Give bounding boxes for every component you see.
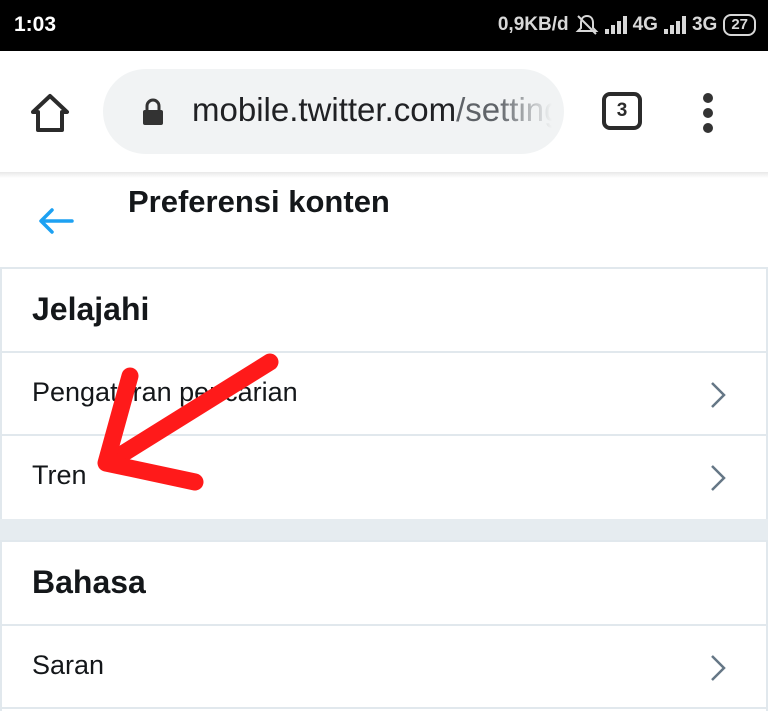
back-arrow-icon[interactable] [36, 206, 76, 236]
list-item-suggestions[interactable]: Saran [2, 626, 766, 709]
status-time: 1:03 [14, 13, 57, 36]
chevron-right-icon [711, 465, 726, 491]
section-bahasa: Bahasa Saran [0, 540, 768, 711]
battery-indicator: 27 [723, 14, 756, 36]
list-item-label: Saran [32, 650, 105, 680]
page-header: Preferensi konten [0, 172, 768, 269]
browser-toolbar: mobile.twitter.com/settings/content_pref… [0, 51, 768, 172]
section-header: Bahasa [2, 542, 766, 626]
tab-switcher-button[interactable]: 3 [602, 92, 642, 130]
url-host: mobile.twitter.com [192, 91, 457, 128]
mute-icon [575, 14, 599, 35]
section-jelajahi: Jelajahi Pengaturan pencarian Tren [0, 269, 768, 519]
status-bar: 1:03 0,9KB/d 4G 3G 27 [0, 0, 768, 51]
data-speed: 0,9KB/d [497, 14, 569, 35]
list-item-label: Tren [32, 460, 87, 490]
status-indicators: 0,9KB/d 4G 3G 27 [498, 12, 756, 38]
list-item-label: Pengaturan pencarian [32, 377, 298, 407]
toolbar-shadow [0, 172, 768, 178]
section-title: Jelajahi [32, 291, 150, 327]
url-text[interactable]: mobile.twitter.com/settings/content_pref… [192, 91, 552, 129]
more-vert-icon[interactable] [694, 91, 722, 135]
page-title: Preferensi konten [128, 184, 390, 219]
signal-icon [604, 16, 627, 34]
section-title: Bahasa [32, 564, 146, 600]
signal-icon-2 [663, 16, 686, 34]
section-header: Jelajahi [2, 269, 766, 353]
home-icon[interactable] [28, 91, 72, 135]
chevron-right-icon [711, 655, 726, 681]
list-item-trends[interactable]: Tren [2, 436, 766, 519]
network-type-2: 3G [691, 14, 718, 35]
address-bar[interactable]: mobile.twitter.com/settings/content_pref… [103, 69, 564, 154]
network-type-1: 4G [632, 14, 658, 35]
list-item-search-settings[interactable]: Pengaturan pencarian [2, 353, 766, 436]
url-path: /settings/content_preferences [456, 91, 552, 128]
chevron-right-icon [711, 382, 726, 408]
lock-icon [143, 98, 163, 125]
